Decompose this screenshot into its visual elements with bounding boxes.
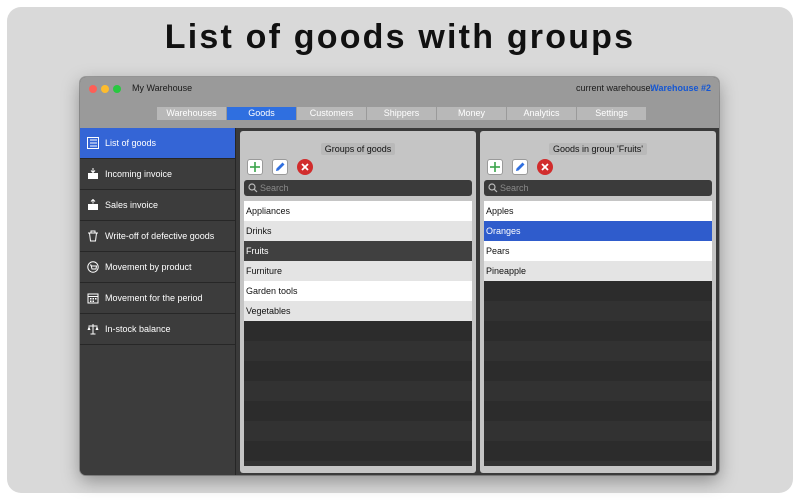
tab-goods[interactable]: Goods xyxy=(227,107,297,120)
plus-icon xyxy=(250,162,260,172)
pencil-icon xyxy=(276,162,285,171)
search-icon xyxy=(488,183,498,193)
sidebar: List of goods Incoming invoice Sales inv… xyxy=(80,128,236,475)
sidebar-item-label: Sales invoice xyxy=(105,200,159,210)
groups-search[interactable] xyxy=(244,180,472,196)
add-good-button[interactable] xyxy=(487,159,503,175)
list-item[interactable]: Pears xyxy=(484,241,712,261)
tab-shippers[interactable]: Shippers xyxy=(367,107,437,120)
tab-warehouses[interactable]: Warehouses xyxy=(157,107,227,120)
goods-search[interactable] xyxy=(484,180,712,196)
plus-icon xyxy=(490,162,500,172)
close-icon xyxy=(301,163,309,171)
scales-icon xyxy=(86,322,100,336)
list-item[interactable]: Furniture xyxy=(244,261,472,281)
sidebar-item-write-off[interactable]: Write-off of defective goods xyxy=(80,221,235,252)
headline: List of goods with groups xyxy=(164,18,636,56)
goods-panel-title: Goods in group 'Fruits' xyxy=(549,143,647,155)
groups-panel-title: Groups of goods xyxy=(320,143,396,155)
list-item-selected[interactable]: Oranges xyxy=(484,221,712,241)
sidebar-item-movement-by-product[interactable]: Movement by product xyxy=(80,252,235,283)
goods-list: Apples Oranges Pears Pineapple xyxy=(484,201,712,466)
add-group-button[interactable] xyxy=(247,159,263,175)
groups-search-input[interactable] xyxy=(260,183,460,193)
list-icon xyxy=(86,136,100,150)
search-icon xyxy=(248,183,258,193)
goods-panel: Goods in group 'Fruits' Apples Oranges P… xyxy=(480,131,716,473)
list-item[interactable]: Garden tools xyxy=(244,281,472,301)
warehouse-selector[interactable]: Warehouse #2 xyxy=(650,83,711,93)
window-title: My Warehouse xyxy=(132,83,193,93)
sidebar-item-in-stock-balance[interactable]: In-stock balance xyxy=(80,314,235,345)
title-bar: My Warehouse current warehouse: Warehous… xyxy=(80,77,719,128)
groups-list: Appliances Drinks Fruits Furniture Garde… xyxy=(244,201,472,466)
cart-icon xyxy=(86,260,100,274)
box-in-icon xyxy=(86,167,100,181)
sidebar-item-label: List of goods xyxy=(105,138,157,148)
sidebar-item-label: Movement for the period xyxy=(105,293,203,303)
sidebar-item-sales-invoice[interactable]: Sales invoice xyxy=(80,190,235,221)
sidebar-item-label: In-stock balance xyxy=(105,324,171,334)
zoom-window-button[interactable] xyxy=(113,85,121,93)
calendar-icon xyxy=(86,291,100,305)
minimize-window-button[interactable] xyxy=(101,85,109,93)
delete-good-button[interactable] xyxy=(537,159,553,175)
tab-analytics[interactable]: Analytics xyxy=(507,107,577,120)
close-icon xyxy=(541,163,549,171)
list-item[interactable]: Appliances xyxy=(244,201,472,221)
list-item[interactable]: Apples xyxy=(484,201,712,221)
tab-settings[interactable]: Settings xyxy=(577,107,647,120)
sidebar-item-movement-for-period[interactable]: Movement for the period xyxy=(80,283,235,314)
delete-group-button[interactable] xyxy=(297,159,313,175)
sidebar-item-incoming-invoice[interactable]: Incoming invoice xyxy=(80,159,235,190)
close-window-button[interactable] xyxy=(89,85,97,93)
warehouse-label: current warehouse: xyxy=(575,83,653,93)
sidebar-item-label: Write-off of defective goods xyxy=(105,231,215,241)
pencil-icon xyxy=(516,162,525,171)
box-out-icon xyxy=(86,198,100,212)
list-item-selected[interactable]: Fruits xyxy=(244,241,472,261)
sidebar-item-label: Movement by product xyxy=(105,262,192,272)
groups-panel: Groups of goods Appliances Drinks Fruits… xyxy=(240,131,476,473)
tab-customers[interactable]: Customers xyxy=(297,107,367,120)
app-window: My Warehouse current warehouse: Warehous… xyxy=(80,77,719,475)
goods-search-input[interactable] xyxy=(500,183,700,193)
tab-bar: Warehouses Goods Customers Shippers Mone… xyxy=(157,107,647,120)
edit-group-button[interactable] xyxy=(272,159,288,175)
tab-money[interactable]: Money xyxy=(437,107,507,120)
sidebar-item-label: Incoming invoice xyxy=(105,169,173,179)
sidebar-item-list-of-goods[interactable]: List of goods xyxy=(80,128,235,159)
list-item[interactable]: Drinks xyxy=(244,221,472,241)
trash-icon xyxy=(86,229,100,243)
list-item[interactable]: Pineapple xyxy=(484,261,712,281)
list-item[interactable]: Vegetables xyxy=(244,301,472,321)
edit-good-button[interactable] xyxy=(512,159,528,175)
